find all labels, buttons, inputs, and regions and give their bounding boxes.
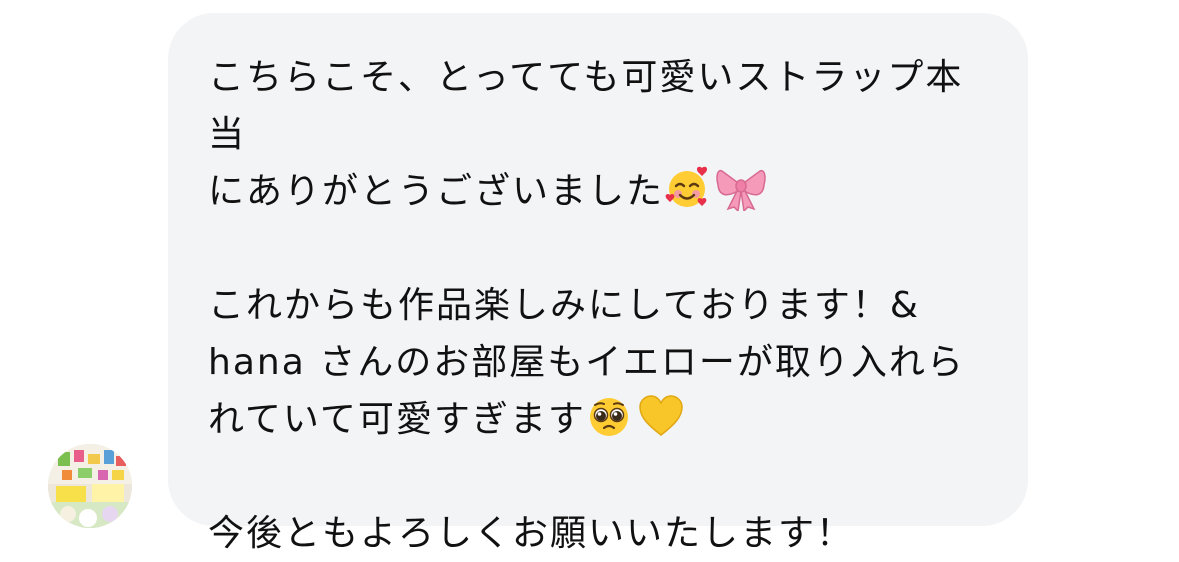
pink-ribbon-icon <box>716 165 766 211</box>
message-line: 今後ともよろしくお願いいたします！ <box>208 513 855 554</box>
pleading-face-icon <box>586 393 632 439</box>
message-line: こちらこそ、とってても可愛いストラップ本当 <box>208 57 964 155</box>
sender-avatar[interactable] <box>48 444 132 528</box>
message-line: れていて可愛すぎます <box>208 399 586 440</box>
message-line: hana さんのお部屋もイエローが取り入れら <box>208 342 965 383</box>
message-line: これからも作品楽しみにしております！& <box>208 285 920 326</box>
avatar-room-image <box>48 444 132 528</box>
message-paragraph-1: こちらこそ、とってても可愛いストラップ本当 にありがとうございました これからも… <box>208 49 998 562</box>
message-bubble[interactable]: こちらこそ、とってても可愛いストラップ本当 にありがとうございました これからも… <box>168 13 1028 554</box>
message-line: にありがとうございました <box>208 171 665 212</box>
smiling-face-with-hearts-icon <box>664 165 710 211</box>
yellow-heart-icon <box>638 393 684 439</box>
